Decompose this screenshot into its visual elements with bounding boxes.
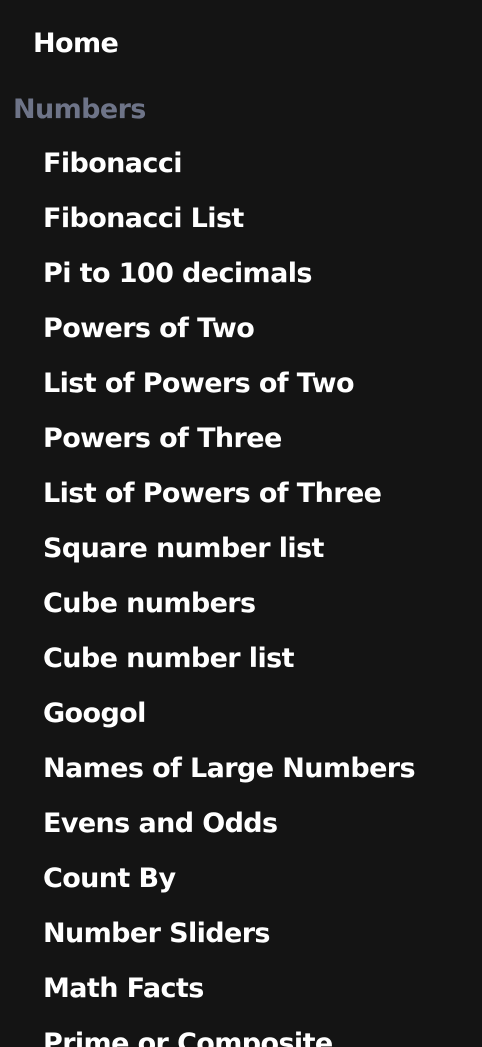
nav-link-math-facts[interactable]: Math Facts: [43, 968, 415, 1023]
nav-link-evens-and-odds[interactable]: Evens and Odds: [43, 803, 415, 858]
nav-link-home[interactable]: Home: [33, 24, 119, 64]
nav-link-fibonacci-list[interactable]: Fibonacci List: [43, 198, 415, 253]
nav-link-number-sliders[interactable]: Number Sliders: [43, 913, 415, 968]
nav-link-powers-of-three[interactable]: Powers of Three: [43, 418, 415, 473]
nav-link-prime-or-composite[interactable]: Prime or Composite: [43, 1023, 415, 1047]
nav-link-googol[interactable]: Googol: [43, 693, 415, 748]
nav-link-powers-of-two[interactable]: Powers of Two: [43, 308, 415, 363]
nav-section-heading: Numbers: [13, 94, 146, 125]
nav-link-list-of-powers-of-two[interactable]: List of Powers of Two: [43, 363, 415, 418]
nav-link-cube-number-list[interactable]: Cube number list: [43, 638, 415, 693]
nav-link-cube-numbers[interactable]: Cube numbers: [43, 583, 415, 638]
nav-link-list-of-powers-of-three[interactable]: List of Powers of Three: [43, 473, 415, 528]
nav-section-list: Fibonacci Fibonacci List Pi to 100 decim…: [43, 143, 416, 1047]
nav-link-square-number-list[interactable]: Square number list: [43, 528, 415, 583]
nav-link-count-by[interactable]: Count By: [43, 858, 415, 913]
side-nav: Home Numbers Fibonacci Fibonacci List Pi…: [0, 0, 482, 1047]
nav-link-names-of-large-numbers[interactable]: Names of Large Numbers: [43, 748, 416, 803]
nav-link-pi-to-100-decimals[interactable]: Pi to 100 decimals: [43, 253, 415, 308]
nav-link-fibonacci[interactable]: Fibonacci: [43, 143, 415, 198]
